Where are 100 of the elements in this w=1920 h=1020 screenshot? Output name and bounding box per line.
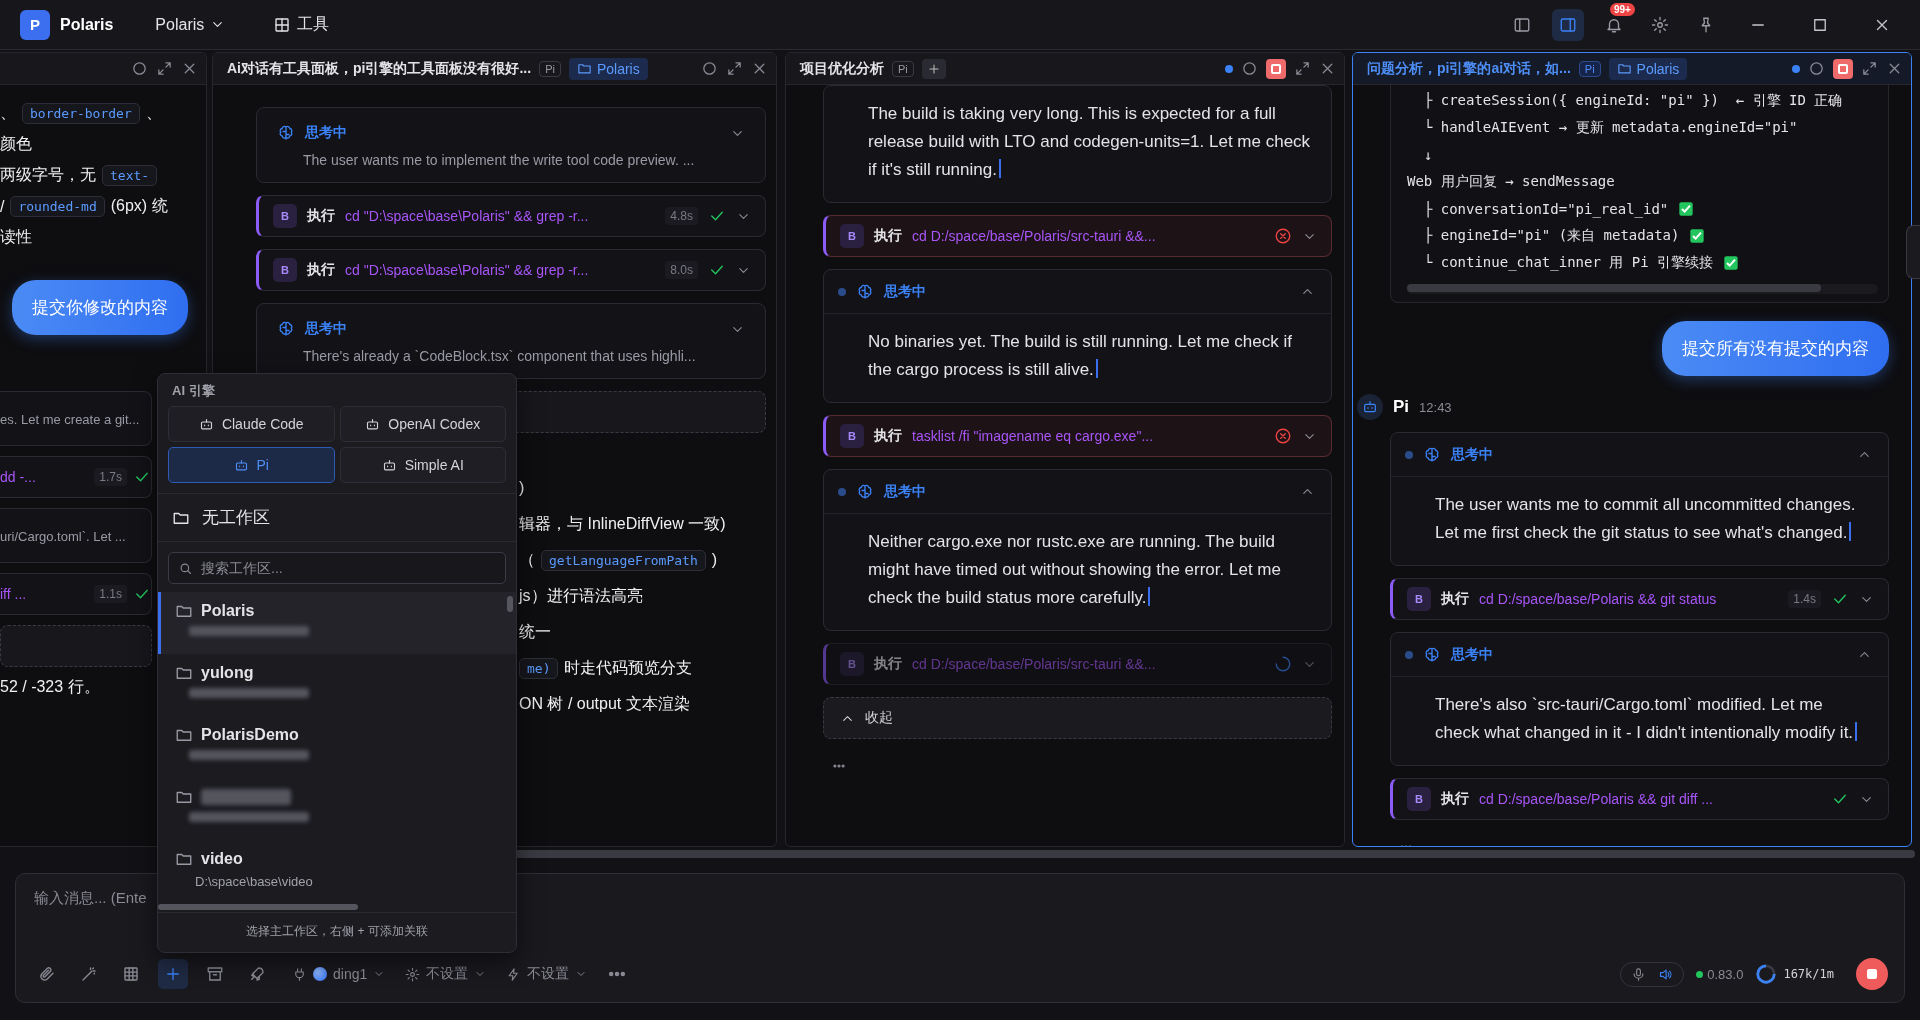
plus-icon[interactable] [164, 965, 182, 983]
thinking-label: 思考中 [884, 282, 926, 301]
circle-icon[interactable] [1241, 60, 1258, 77]
right-sidebar-toggle[interactable] [1552, 8, 1584, 41]
duration-tag: 1.1s [94, 585, 127, 603]
paragraph-text: (6px) 统 [110, 196, 168, 216]
command-card[interactable]: B 执行 cd D:/space/base/Polaris && git status 1.4s [1390, 578, 1889, 620]
circle-icon[interactable] [131, 60, 148, 77]
stop-button[interactable] [1856, 958, 1888, 990]
context-usage: 167k/1m [1783, 967, 1834, 981]
thinking-label: 思考中 [305, 124, 347, 142]
brain-icon [856, 282, 874, 301]
command-card[interactable]: B 执行 cd "D:\space\base\Polaris" && grep -r... 4.8s [256, 195, 766, 237]
paperclip-icon[interactable] [38, 965, 56, 983]
folder-icon [576, 61, 592, 76]
project-dropdown[interactable]: Polaris [147, 11, 234, 38]
app-logo: P [20, 9, 50, 40]
scrollbar[interactable] [1407, 284, 1822, 292]
scrollbar[interactable] [158, 904, 358, 910]
robot-icon [1362, 399, 1378, 415]
command-text: dd -... [0, 469, 36, 485]
tools-button[interactable]: 工具 [265, 10, 338, 39]
circle-icon[interactable] [1808, 60, 1825, 77]
command-card[interactable]: B 执行 cd D:/space/base/Polaris && git diff ... [1390, 778, 1889, 820]
search-field[interactable]: 搜索工作区... [168, 552, 506, 584]
add-button[interactable] [921, 58, 946, 79]
command-text: cd "D:\space\base\Polaris" && grep -r... [345, 262, 589, 278]
tool-badge: B [1407, 787, 1431, 811]
robot-icon [365, 416, 381, 432]
engine-option[interactable]: Pi [168, 447, 335, 483]
stop-button[interactable] [1266, 58, 1286, 79]
command-text: cd "D:\space\base\Polaris" && grep -r... [345, 208, 589, 224]
workspace-chip[interactable]: Polaris [568, 57, 648, 80]
duration-tag: 4.8s [665, 207, 698, 225]
expand-icon[interactable] [1861, 60, 1878, 77]
scrollbar[interactable] [515, 850, 1915, 858]
tool-badge: B [1407, 587, 1431, 611]
plus-icon[interactable] [926, 61, 941, 76]
inline-code: border-border [22, 103, 140, 124]
workspace-path: D:\space\base\video [194, 874, 314, 889]
resize-handle[interactable] [1906, 225, 1920, 279]
model-select[interactable]: ding1 [292, 966, 386, 982]
workspace-item[interactable]: Polaris [158, 592, 516, 654]
assistant-name: Pi [1393, 397, 1410, 417]
workspace-option[interactable]: 无工作区 [158, 493, 516, 542]
paragraph-text: 时走代码预览分支 [564, 657, 693, 678]
tool-badge: B [840, 424, 864, 448]
plug-icon [292, 966, 307, 982]
command-card[interactable]: B 执行 cd "D:\space\base\Polaris" && grep -r... 8.0s [256, 249, 766, 291]
exec-label: 执行 [874, 427, 902, 445]
paragraph-text: 、 [0, 103, 16, 123]
command-card[interactable]: B 执行 cd D:/space/base/Polaris/src-tauri &&... [823, 215, 1332, 257]
command-card[interactable]: iff ... 1.1s [0, 573, 152, 615]
workspace-item[interactable]: PolarisDemo [158, 716, 516, 778]
paragraph-text: 读性 [0, 227, 32, 247]
archive-icon[interactable] [206, 965, 224, 983]
user-message: 提交所有没有提交的内容 [1662, 321, 1889, 376]
scrollbar[interactable] [507, 596, 513, 612]
collapse-button[interactable]: 收起 [823, 697, 1332, 739]
duration-tag: 1.4s [1788, 590, 1821, 608]
paragraph-text: （ [519, 549, 535, 570]
engine-option[interactable]: Simple AI [339, 447, 506, 483]
tool-badge: B [273, 204, 297, 228]
circle-icon[interactable] [701, 60, 718, 77]
command-card[interactable]: B 执行 tasklist /fi "imagename eq cargo.exe"... [823, 415, 1332, 457]
settings-select[interactable]: 不设置 [405, 965, 487, 983]
sphere-icon [313, 967, 327, 981]
paragraph-text: ON 树 / output 文本渲染 [519, 693, 690, 714]
rocket-icon[interactable] [248, 965, 266, 983]
exec-label: 执行 [1441, 790, 1469, 808]
command-card[interactable]: B 执行 cd D:/space/base/Polaris/src-tauri &&... [823, 643, 1332, 685]
sidebar-icon[interactable] [1513, 15, 1531, 34]
code-line: ↓ [1422, 146, 1433, 163]
command-card[interactable]: dd -... 1.7s [0, 456, 152, 498]
expand-icon[interactable] [1294, 60, 1311, 77]
paragraph-text: 两级字号，无 [0, 165, 96, 185]
paragraph-text: ) [519, 479, 525, 497]
paragraph-text: / [0, 197, 5, 216]
magic-wand-icon[interactable] [80, 965, 98, 983]
inline-code: rounded-md [10, 196, 105, 217]
command-text: cd D:/space/base/Polaris && git diff ... [1479, 791, 1713, 807]
mode-select[interactable]: 不设置 [506, 965, 588, 983]
engine-option[interactable]: OpenAI Codex [339, 406, 506, 442]
settings-icon[interactable] [1651, 15, 1669, 34]
expand-icon[interactable] [156, 60, 173, 77]
engine-option[interactable]: Claude Code [168, 406, 335, 442]
exec-label: 执行 [874, 227, 902, 245]
workspace-name: yulong [201, 664, 254, 682]
thinking-text: There's already a `CodeBlock.tsx` component that uses highli... [303, 348, 696, 364]
inline-code: getLanguageFromPath [541, 549, 706, 571]
table-icon[interactable] [122, 965, 140, 983]
thinking-label: 思考中 [1451, 645, 1493, 664]
workspace-chip[interactable]: Polaris [1608, 57, 1688, 80]
stop-button[interactable] [1833, 58, 1853, 79]
workspace-item[interactable]: yulong [158, 654, 516, 716]
context-ring-icon [1755, 963, 1778, 985]
robot-icon [381, 457, 397, 473]
sidebar-icon[interactable] [1559, 15, 1577, 34]
message-time: 12:43 [1419, 399, 1452, 415]
expand-icon[interactable] [726, 60, 743, 77]
